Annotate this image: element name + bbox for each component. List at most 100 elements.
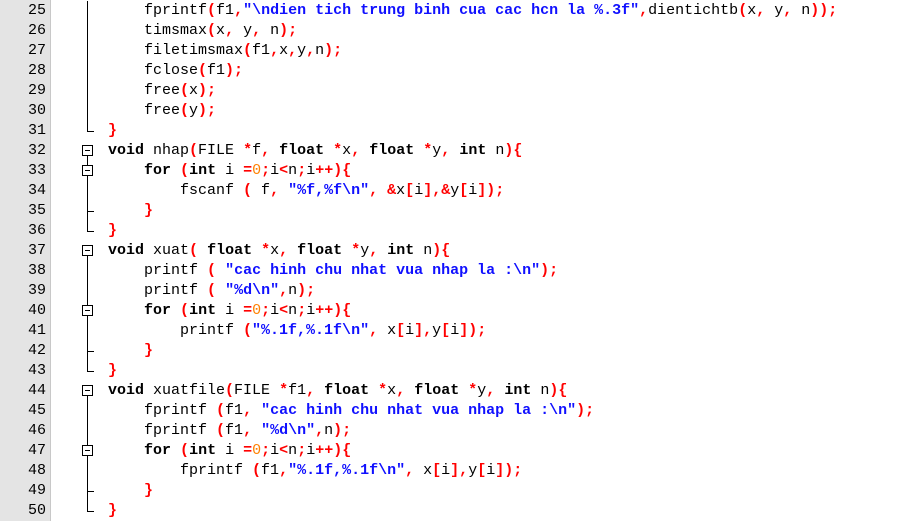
code-token: "\ndien tich trung binh cua cac hcn la %… xyxy=(243,2,640,19)
code-line[interactable]: 34 fscanf ( f, "%f,%f\n", &x[i],&y[i]); xyxy=(0,181,914,201)
code-text[interactable]: void nhap(FILE *f, float *x, float *y, i… xyxy=(108,141,522,161)
code-token: ); xyxy=(198,82,217,99)
code-text[interactable]: void xuatfile(FILE *f1, float *x, float … xyxy=(108,381,567,401)
code-line[interactable]: 30 free(y); xyxy=(0,101,914,121)
fold-toggle-icon[interactable] xyxy=(81,161,95,181)
code-token: int xyxy=(459,142,487,159)
code-token: [ xyxy=(405,182,415,199)
fold-guide xyxy=(81,361,95,381)
line-number: 28 xyxy=(27,62,46,79)
fold-guide xyxy=(81,41,95,61)
code-token: y xyxy=(189,102,199,119)
code-token: ( xyxy=(216,402,226,419)
code-line[interactable]: 26 timsmax(x, y, n); xyxy=(0,21,914,41)
code-line[interactable]: 45 fprintf (f1, "cac hinh chu nhat vua n… xyxy=(0,401,914,421)
code-token: < xyxy=(279,162,289,179)
code-token: fclose xyxy=(108,62,199,79)
fold-toggle-icon[interactable] xyxy=(81,301,95,321)
code-line[interactable]: 42 } xyxy=(0,341,914,361)
code-token: , xyxy=(756,2,766,19)
fold-guide xyxy=(81,101,95,121)
code-text[interactable]: fprintf (f1,"%.1f,%.1f\n", x[i],y[i]); xyxy=(108,461,522,481)
code-token: ); xyxy=(279,22,298,39)
code-token: void xyxy=(108,242,145,259)
fold-toggle-icon[interactable] xyxy=(81,441,95,461)
code-token: ], xyxy=(450,462,469,479)
code-line[interactable]: 44 void xuatfile(FILE *f1, float *x, floa… xyxy=(0,381,914,401)
code-text[interactable]: free(y); xyxy=(108,101,216,121)
code-text[interactable]: } xyxy=(108,221,117,241)
code-token: ; xyxy=(297,302,307,319)
code-text[interactable]: for (int i =0;i<n;i++){ xyxy=(108,161,351,181)
code-line[interactable]: 35 } xyxy=(0,201,914,221)
code-token: , xyxy=(486,382,496,399)
fold-toggle-icon[interactable] xyxy=(81,381,95,401)
line-number: 26 xyxy=(27,22,46,39)
code-line[interactable]: 32 void nhap(FILE *f, float *x, float *y,… xyxy=(0,141,914,161)
code-text[interactable]: fprintf (f1, "%d\n",n); xyxy=(108,421,351,441)
code-token: , xyxy=(639,2,649,19)
code-line[interactable]: 40 for (int i =0;i<n;i++){ xyxy=(0,301,914,321)
code-token: void xyxy=(108,142,145,159)
code-text[interactable]: fclose(f1); xyxy=(108,61,243,81)
code-token: n xyxy=(414,242,433,259)
code-token: n xyxy=(261,22,280,39)
code-line[interactable]: 36} xyxy=(0,221,914,241)
code-token: * xyxy=(423,142,433,159)
code-text[interactable]: void xuat( float *x, float *y, int n){ xyxy=(108,241,450,261)
code-token: i xyxy=(270,302,280,319)
code-line[interactable]: 25 fprintf(f1,"\ndien tich trung binh cu… xyxy=(0,1,914,21)
code-token: f1 xyxy=(225,402,244,419)
code-line[interactable]: 43} xyxy=(0,361,914,381)
code-text[interactable]: printf ( "cac hinh chu nhat vua nhap la … xyxy=(108,261,558,281)
code-line[interactable]: 37 void xuat( float *x, float *y, int n){ xyxy=(0,241,914,261)
fold-toggle-icon[interactable] xyxy=(81,241,95,261)
code-text[interactable]: for (int i =0;i<n;i++){ xyxy=(108,301,351,321)
code-token: nhap xyxy=(144,142,190,159)
code-token: [ xyxy=(441,322,451,339)
code-line[interactable]: 27 filetimsmax(f1,x,y,n); xyxy=(0,41,914,61)
code-line[interactable]: 39 printf ( "%d\n",n); xyxy=(0,281,914,301)
code-text[interactable]: for (int i =0;i<n;i++){ xyxy=(108,441,351,461)
code-line[interactable]: 33 for (int i =0;i<n;i++){ xyxy=(0,161,914,181)
code-line[interactable]: 48 fprintf (f1,"%.1f,%.1f\n", x[i],y[i])… xyxy=(0,461,914,481)
code-text[interactable]: fscanf ( f, "%f,%f\n", &x[i],&y[i]); xyxy=(108,181,504,201)
code-text[interactable]: printf ("%.1f,%.1f\n", x[i],y[i]); xyxy=(108,321,486,341)
code-text[interactable]: fprintf(f1,"\ndien tich trung binh cua c… xyxy=(108,1,837,21)
code-text[interactable]: } xyxy=(108,121,117,141)
code-token: ( xyxy=(189,142,199,159)
code-text[interactable]: } xyxy=(108,361,117,381)
code-text[interactable]: timsmax(x, y, n); xyxy=(108,21,297,41)
code-token: i xyxy=(216,162,244,179)
code-token: , xyxy=(279,242,289,259)
code-text[interactable]: fprintf (f1, "cac hinh chu nhat vua nhap… xyxy=(108,401,594,421)
code-token: FILE xyxy=(234,382,280,399)
code-text[interactable]: printf ( "%d\n",n); xyxy=(108,281,315,301)
code-line[interactable]: 29 free(x); xyxy=(0,81,914,101)
code-line[interactable]: 50} xyxy=(0,501,914,521)
code-line[interactable]: 28 fclose(f1); xyxy=(0,61,914,81)
code-text[interactable]: free(x); xyxy=(108,81,216,101)
code-line[interactable]: 46 fprintf (f1, "%d\n",n); xyxy=(0,421,914,441)
code-text[interactable]: } xyxy=(108,341,153,361)
code-line[interactable]: 38 printf ( "cac hinh chu nhat vua nhap … xyxy=(0,261,914,281)
code-text[interactable]: } xyxy=(108,201,153,221)
code-line[interactable]: 47 for (int i =0;i<n;i++){ xyxy=(0,441,914,461)
code-line[interactable]: 41 printf ("%.1f,%.1f\n", x[i],y[i]); xyxy=(0,321,914,341)
code-text[interactable]: } xyxy=(108,501,117,521)
code-token: i xyxy=(468,182,478,199)
code-text[interactable]: filetimsmax(f1,x,y,n); xyxy=(108,41,342,61)
code-text[interactable]: } xyxy=(108,481,153,501)
code-token: ( xyxy=(225,382,235,399)
code-editor[interactable]: 25 fprintf(f1,"\ndien tich trung binh cu… xyxy=(0,0,914,521)
code-token: ( xyxy=(243,322,253,339)
code-token: n xyxy=(288,282,298,299)
code-line[interactable]: 49 } xyxy=(0,481,914,501)
fold-toggle-icon[interactable] xyxy=(81,141,95,161)
code-line[interactable]: 31} xyxy=(0,121,914,141)
